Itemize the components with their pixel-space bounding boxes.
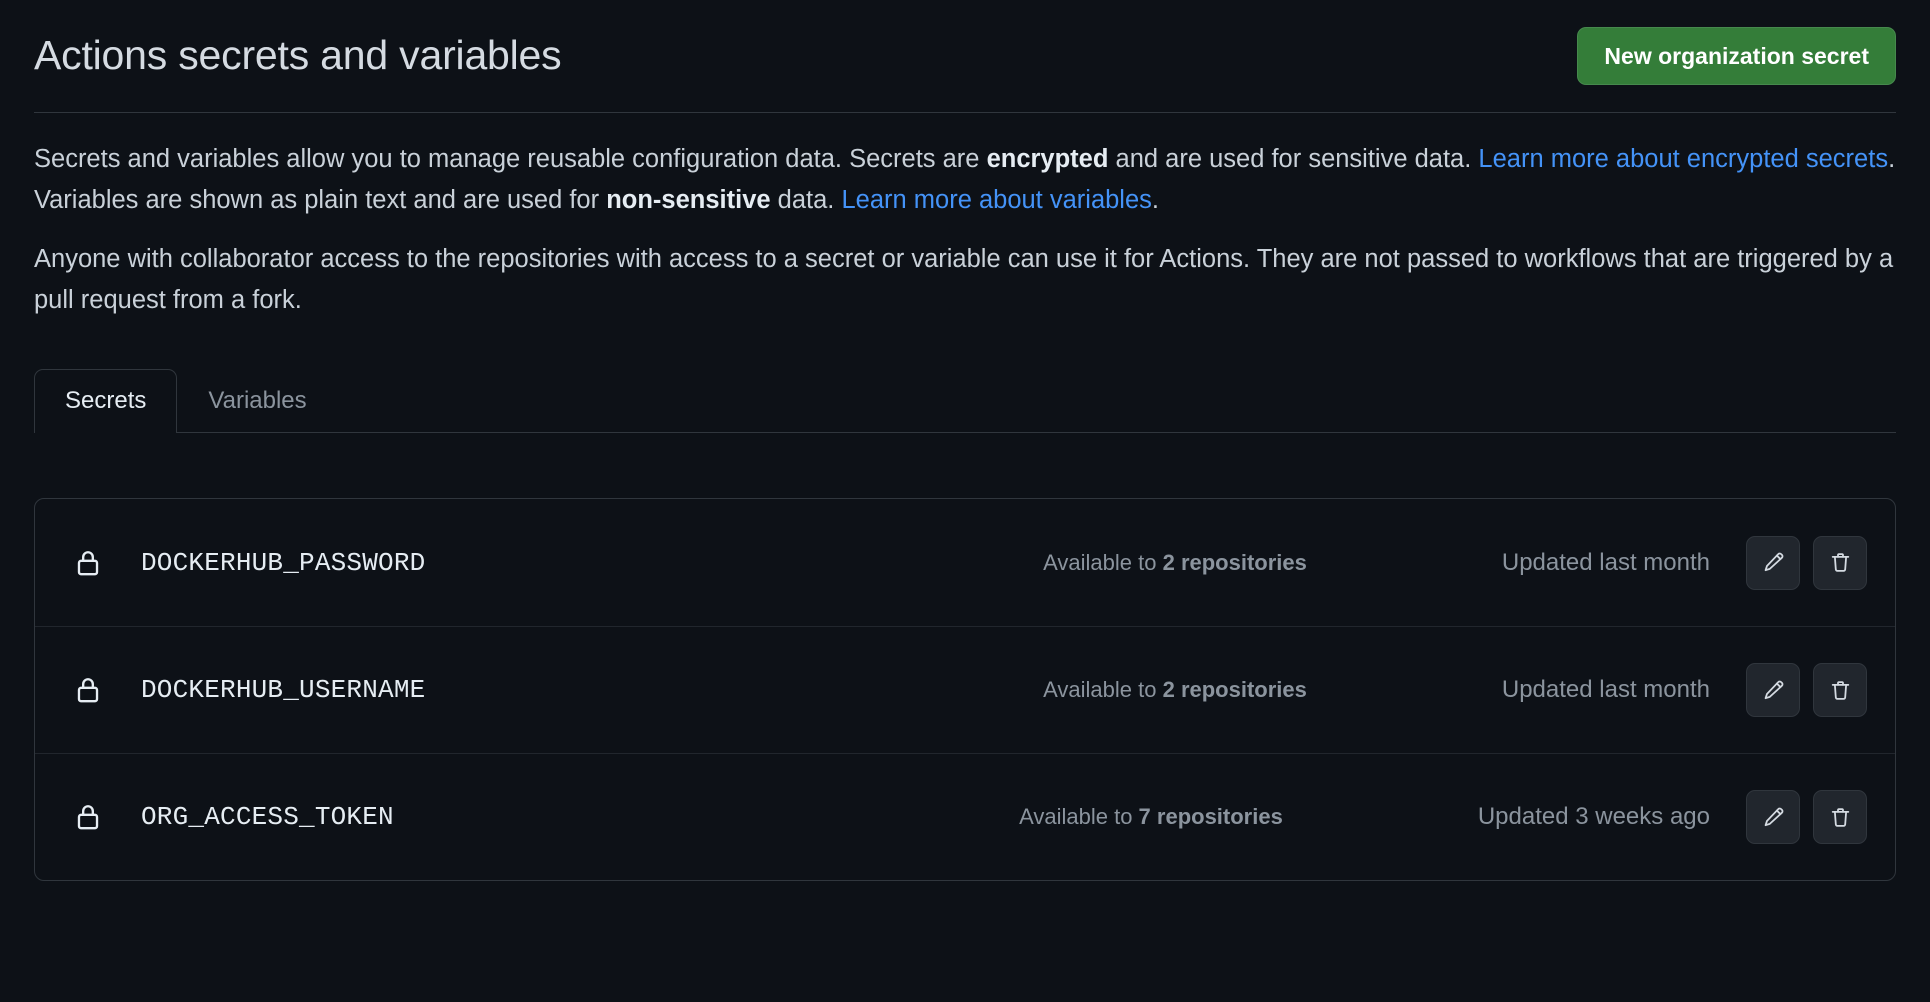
secret-updated: Updated 3 weeks ago <box>1477 803 1710 830</box>
availability-count: 2 repositories <box>1162 677 1307 702</box>
trash-icon <box>1828 678 1853 703</box>
pencil-icon <box>1761 805 1786 830</box>
trash-icon <box>1828 805 1853 830</box>
description-paragraph-2: Anyone with collaborator access to the r… <box>34 245 1894 314</box>
secret-name: ORG_ACCESS_TOKEN <box>141 802 394 832</box>
description-block: Secrets and variables allow you to manag… <box>34 113 1896 321</box>
secret-availability: Available to 2 repositories <box>1043 550 1307 576</box>
tab-list: Secrets Variables <box>34 369 1896 433</box>
page-title: Actions secrets and variables <box>34 32 562 79</box>
secret-name: DOCKERHUB_PASSWORD <box>141 547 426 578</box>
lock-icon <box>73 675 103 705</box>
pencil-icon <box>1761 550 1786 575</box>
lock-icon <box>73 548 103 578</box>
tab-secrets[interactable]: Secrets <box>34 369 178 433</box>
secret-updated: Updated last month <box>1501 548 1710 576</box>
row-actions <box>1746 790 1867 844</box>
table-row[interactable]: DOCKERHUB_PASSWORD Available to 2 reposi… <box>35 499 1895 626</box>
availability-count: 2 repositories <box>1162 549 1307 575</box>
availability-count: 7 repositories <box>1138 804 1283 829</box>
desc-text-5: . <box>1151 186 1159 214</box>
secret-name: DOCKERHUB_USERNAME <box>141 675 426 705</box>
learn-more-variables-link[interactable]: Learn more about variables <box>841 186 1151 214</box>
lock-icon <box>73 802 103 832</box>
table-row[interactable]: ORG_ACCESS_TOKEN Available to 7 reposito… <box>35 753 1895 880</box>
desc-text-2: and are used for sensitive data. <box>1108 145 1479 173</box>
edit-secret-button[interactable] <box>1746 663 1800 717</box>
availability-prefix: Available to <box>1019 804 1139 829</box>
desc-bold-non-sensitive: non-sensitive <box>606 186 771 214</box>
tab-variables[interactable]: Variables <box>177 369 337 433</box>
tabs-container: Secrets Variables <box>34 369 1896 433</box>
secret-availability: Available to 2 repositories <box>1043 677 1307 703</box>
trash-icon <box>1828 550 1853 575</box>
secret-availability: Available to 7 repositories <box>1019 804 1283 830</box>
secrets-list-card: DOCKERHUB_PASSWORD Available to 2 reposi… <box>34 498 1896 881</box>
desc-text-4: data. <box>770 186 842 214</box>
delete-secret-button[interactable] <box>1813 790 1867 844</box>
actions-secrets-page: Actions secrets and variables New organi… <box>0 0 1930 1002</box>
desc-text-1: Secrets and variables allow you to manag… <box>34 145 987 173</box>
desc-bold-encrypted: encrypted <box>986 145 1109 173</box>
row-actions <box>1746 535 1867 590</box>
delete-secret-button[interactable] <box>1813 663 1867 717</box>
page-header: Actions secrets and variables New organi… <box>34 0 1896 112</box>
edit-secret-button[interactable] <box>1746 790 1800 844</box>
secret-updated: Updated last month <box>1501 676 1710 703</box>
description-paragraph-1: Secrets and variables allow you to manag… <box>34 139 1896 221</box>
availability-prefix: Available to <box>1043 549 1163 575</box>
table-row[interactable]: DOCKERHUB_USERNAME Available to 2 reposi… <box>35 626 1895 753</box>
new-organization-secret-button[interactable]: New organization secret <box>1577 27 1896 85</box>
delete-secret-button[interactable] <box>1813 535 1867 590</box>
learn-more-encrypted-secrets-link[interactable]: Learn more about encrypted secrets <box>1478 145 1888 173</box>
edit-secret-button[interactable] <box>1746 535 1800 590</box>
availability-prefix: Available to <box>1043 677 1163 702</box>
pencil-icon <box>1761 678 1786 703</box>
row-actions <box>1746 663 1867 717</box>
